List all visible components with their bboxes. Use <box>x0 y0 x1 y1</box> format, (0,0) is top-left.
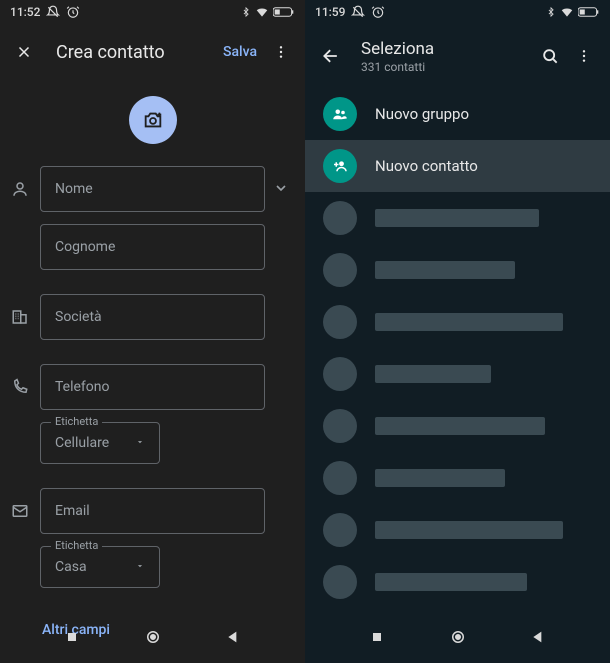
expand-name-icon[interactable] <box>273 180 289 200</box>
new-contact-button[interactable]: Nuovo contatto <box>305 140 610 192</box>
nav-recent-icon[interactable] <box>64 629 80 649</box>
contact-name-placeholder <box>375 521 563 539</box>
back-icon[interactable] <box>317 42 345 70</box>
dnd-icon <box>351 5 365 19</box>
status-bar: 11:59 <box>305 0 610 24</box>
app-bar: Crea contatto Salva <box>0 24 305 80</box>
contact-avatar <box>323 201 357 235</box>
search-icon[interactable] <box>536 42 564 70</box>
nav-bar <box>305 621 610 657</box>
contact-avatar <box>323 253 357 287</box>
add-photo-button[interactable] <box>129 96 177 144</box>
nav-bar <box>0 621 305 657</box>
create-contact-screen: 11:52 Crea contatto Salva <box>0 0 305 663</box>
bluetooth-icon <box>546 5 556 19</box>
contact-row[interactable] <box>305 244 610 296</box>
contact-name-placeholder <box>375 573 527 591</box>
select-contact-screen: 11:59 Seleziona 331 contatti <box>305 0 610 663</box>
alarm-icon <box>66 5 80 19</box>
bluetooth-icon <box>241 5 251 19</box>
contact-row[interactable] <box>305 296 610 348</box>
nav-home-icon[interactable] <box>144 628 162 650</box>
contact-row[interactable] <box>305 452 610 504</box>
contact-avatar <box>323 513 357 547</box>
contact-row[interactable] <box>305 556 610 608</box>
contact-row[interactable] <box>305 504 610 556</box>
nav-back-icon[interactable] <box>225 629 241 649</box>
phone-icon <box>0 364 40 396</box>
contact-name-placeholder <box>375 417 545 435</box>
contact-avatar <box>323 305 357 339</box>
status-time: 11:52 <box>10 5 40 19</box>
battery-icon <box>578 6 600 18</box>
new-contact-label: Nuovo contatto <box>375 157 478 175</box>
company-field[interactable]: Società <box>40 294 265 340</box>
email-field[interactable]: Email <box>40 488 265 534</box>
contact-row[interactable] <box>305 348 610 400</box>
wifi-icon <box>560 5 574 19</box>
page-title: Seleziona <box>361 39 530 59</box>
contact-avatar <box>323 461 357 495</box>
add-person-icon <box>323 149 357 183</box>
status-time: 11:59 <box>315 5 345 19</box>
contact-list[interactable] <box>305 192 610 663</box>
contact-name-placeholder <box>375 469 505 487</box>
nav-back-icon[interactable] <box>530 629 546 649</box>
contact-name-placeholder <box>375 209 539 227</box>
more-icon[interactable] <box>570 42 598 70</box>
contact-avatar <box>323 409 357 443</box>
new-group-button[interactable]: Nuovo gruppo <box>305 88 610 140</box>
phone-field[interactable]: Telefono <box>40 364 265 410</box>
contact-avatar <box>323 565 357 599</box>
phone-label-dropdown[interactable]: Etichetta Cellulare <box>40 422 160 464</box>
new-group-label: Nuovo gruppo <box>375 105 469 123</box>
photo-section <box>0 80 305 166</box>
contact-row[interactable] <box>305 192 610 244</box>
more-icon[interactable] <box>269 40 293 64</box>
email-icon <box>0 488 40 520</box>
email-label-dropdown[interactable]: Etichetta Casa <box>40 546 160 588</box>
dnd-icon <box>46 5 60 19</box>
app-bar: Seleziona 331 contatti <box>305 24 610 88</box>
page-subtitle: 331 contatti <box>361 60 530 74</box>
dropdown-icon <box>135 435 145 451</box>
person-icon <box>0 166 40 198</box>
company-icon <box>0 294 40 326</box>
first-name-field[interactable]: Nome <box>40 166 265 212</box>
battery-icon <box>273 6 295 18</box>
surname-field[interactable]: Cognome <box>40 224 265 270</box>
contact-name-placeholder <box>375 261 515 279</box>
status-bar: 11:52 <box>0 0 305 24</box>
dropdown-icon <box>135 559 145 575</box>
alarm-icon <box>371 5 385 19</box>
contact-row[interactable] <box>305 400 610 452</box>
close-icon[interactable] <box>12 40 36 64</box>
page-title: Crea contatto <box>56 42 223 63</box>
contact-name-placeholder <box>375 313 563 331</box>
nav-recent-icon[interactable] <box>369 629 385 649</box>
save-button[interactable]: Salva <box>223 44 257 60</box>
nav-home-icon[interactable] <box>449 628 467 650</box>
contact-avatar <box>323 357 357 391</box>
contact-name-placeholder <box>375 365 491 383</box>
group-icon <box>323 97 357 131</box>
wifi-icon <box>255 5 269 19</box>
contact-form: Nome Cognome Società Telefono <box>0 166 305 638</box>
